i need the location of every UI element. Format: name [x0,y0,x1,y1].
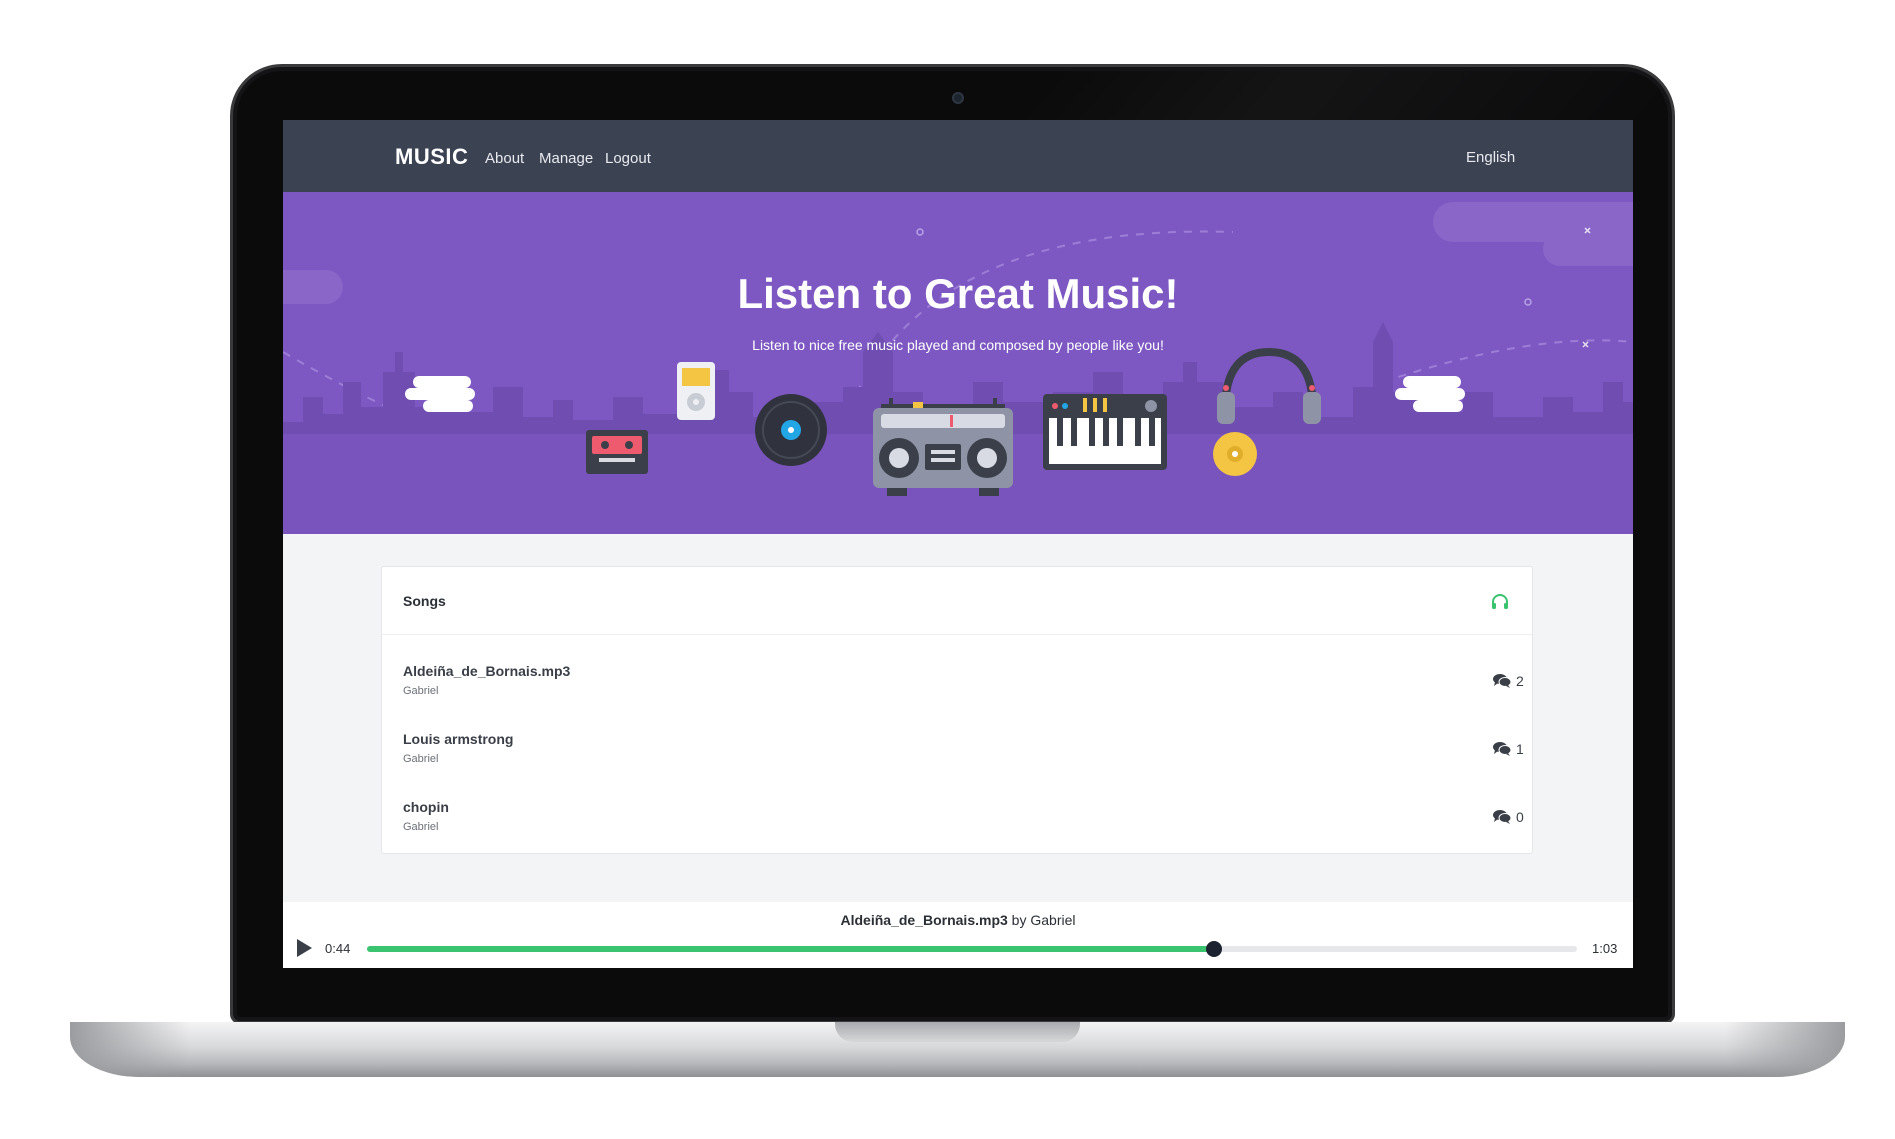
comments-icon [1493,742,1512,756]
now-playing-artist: Gabriel [1030,912,1076,928]
song-artist: Gabriel [403,821,439,833]
hero-illustration [283,202,1633,534]
brand-logo[interactable]: MUSIC [395,144,468,170]
song-row[interactable]: Louis armstrong Gabriel 1 [382,731,1532,799]
song-row[interactable]: Aldeiña_de_Bornais.mp3 Gabriel 2 [382,663,1532,731]
now-playing-title: Aldeiña_de_Bornais.mp3 [840,912,1008,928]
song-comment-count[interactable]: 1 [1492,741,1524,757]
now-playing: Aldeiña_de_Bornais.mp3 by Gabriel [283,912,1633,928]
song-title[interactable]: Aldeiña_de_Bornais.mp3 [403,663,570,679]
current-time: 0:44 [325,941,351,956]
songs-card-header: Songs [382,567,1532,635]
play-button[interactable] [295,938,313,958]
hero-title: Listen to Great Music! [737,270,1179,317]
song-comment-count[interactable]: 2 [1492,673,1524,689]
progress-bar[interactable] [367,941,1577,957]
progress-fill [367,946,1214,952]
song-row[interactable]: chopin Gabriel 0 [382,799,1532,867]
nav-link-manage[interactable]: Manage [539,150,593,167]
camera-icon [952,92,964,104]
hero-subtitle: Listen to nice free music played and com… [752,337,1164,353]
comments-icon [1493,810,1512,824]
headphones-icon [1492,594,1508,609]
audio-player: Aldeiña_de_Bornais.mp3 by Gabriel 0:44 1… [283,902,1633,968]
progress-handle[interactable] [1206,941,1222,957]
song-comment-count[interactable]: 0 [1492,809,1524,825]
comments-icon [1493,674,1512,688]
laptop-notch [835,1022,1080,1042]
comment-count: 0 [1516,809,1524,825]
songs-card-title: Songs [403,593,446,609]
app-screen: MUSIC About Manage Logout English Listen… [283,120,1633,968]
hero-banner: Listen to Great Music! Listen to nice fr… [283,192,1633,534]
comment-count: 1 [1516,741,1524,757]
comment-count: 2 [1516,673,1524,689]
now-playing-by: by [1011,912,1027,928]
nav-link-about[interactable]: About [485,150,524,167]
song-artist: Gabriel [403,685,439,697]
nav-link-logout[interactable]: Logout [605,150,651,167]
song-title[interactable]: chopin [403,799,449,815]
total-time: 1:03 [1592,941,1618,956]
song-title[interactable]: Louis armstrong [403,731,513,747]
navbar: MUSIC About Manage Logout English [283,120,1633,192]
songs-card: Songs Aldeiña_de_Bornais.mp3 Gabriel 2 L… [381,566,1533,854]
language-selector[interactable]: English [1466,149,1515,166]
song-artist: Gabriel [403,753,439,765]
